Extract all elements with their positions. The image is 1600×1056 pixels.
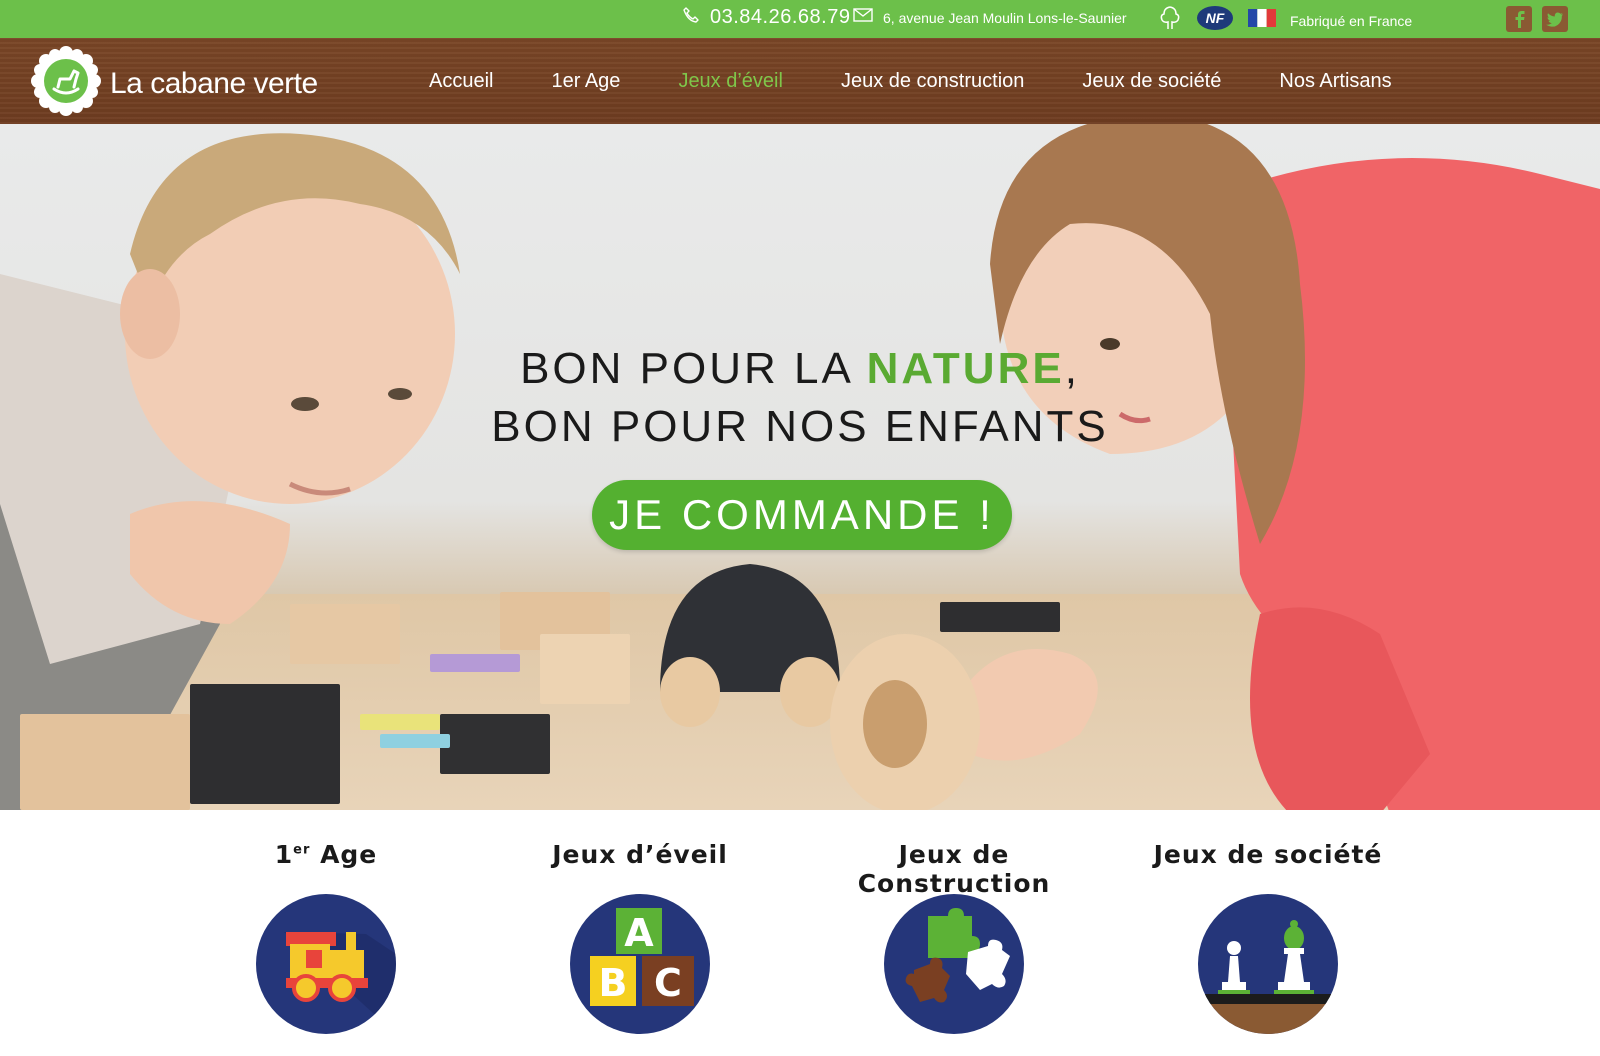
hero-headline-line1: BON POUR LA NATURE, (0, 340, 1600, 398)
hero-line1-accent: NATURE (866, 344, 1065, 393)
mail-icon (853, 8, 873, 27)
top-info-bar: 03.84.26.68.79 6, avenue Jean Moulin Lon… (0, 0, 1600, 38)
category-section: 1er Age Jeux d’éveil A B C Jeux de Const… (0, 810, 1600, 1056)
site-logo[interactable]: La cabane verte (30, 45, 318, 122)
svg-text:A: A (624, 911, 654, 955)
address-text: 6, avenue Jean Moulin Lons-le-Saunier (883, 9, 1127, 26)
nf-badge-text: NF (1206, 10, 1225, 26)
hero-line1-prefix: BON POUR LA (520, 344, 867, 393)
wood-ring-toy (830, 634, 980, 810)
nav-item-jeux-construction[interactable]: Jeux de construction (841, 70, 1024, 93)
hero-headline: BON POUR LA NATURE, BON POUR NOS ENFANTS (0, 340, 1600, 456)
wood-block (290, 604, 400, 664)
category-1er-age[interactable]: 1er Age (176, 840, 476, 1034)
category-title: Jeux de Construction (857, 840, 1051, 898)
hero-headline-line2: BON POUR NOS ENFANTS (491, 402, 1109, 451)
category-title: Jeux d’éveil (552, 840, 728, 869)
category-jeux-eveil[interactable]: Jeux d’éveil A B C (490, 840, 790, 1034)
chalk-pastel (360, 714, 440, 730)
order-button[interactable]: JE COMMANDE ! (592, 480, 1012, 550)
toy-train-icon (256, 894, 396, 1034)
svg-text:C: C (654, 961, 682, 1005)
certifications: NF Fabriqué en France (1158, 5, 1412, 36)
hero-banner: BON POUR LA NATURE, BON POUR NOS ENFANTS… (0, 124, 1600, 810)
french-flag-icon (1248, 9, 1276, 32)
category-title: 1er Age (176, 840, 476, 884)
wood-block (20, 714, 190, 810)
phone-number[interactable]: 03.84.26.68.79 (710, 6, 850, 29)
chess-pieces-icon (1198, 894, 1338, 1034)
wood-block (540, 634, 630, 704)
hero-line1-suffix: , (1064, 344, 1080, 393)
address-contact: 6, avenue Jean Moulin Lons-le-Saunier (853, 8, 1127, 27)
category-title-rest: Age (310, 840, 378, 869)
nf-logo: NF (1196, 5, 1234, 36)
nav-item-nos-artisans[interactable]: Nos Artisans (1279, 70, 1391, 93)
black-block (190, 684, 340, 804)
hero-girl-image (960, 124, 1600, 810)
main-navigation-bar: La cabane verte Accueil 1er Age Jeux d’é… (0, 38, 1600, 124)
nav-menu: Accueil 1er Age Jeux d’éveil Jeux de con… (400, 38, 1421, 124)
twitter-icon[interactable] (1542, 6, 1568, 32)
tree-icon (1158, 5, 1182, 36)
svg-text:B: B (599, 961, 628, 1005)
category-title-number: 1 (274, 840, 294, 869)
abc-blocks-icon: A B C (570, 894, 710, 1034)
nav-item-accueil[interactable]: Accueil (429, 70, 493, 93)
chalk-pastel (380, 734, 450, 748)
category-jeux-construction[interactable]: Jeux de Construction (804, 840, 1104, 1034)
category-title: Jeux de société (1153, 840, 1383, 869)
chalk-pastel (430, 654, 520, 672)
made-in-france: Fabriqué en France (1290, 12, 1413, 29)
phone-contact[interactable]: 03.84.26.68.79 (682, 6, 850, 29)
facebook-icon[interactable] (1506, 6, 1532, 32)
category-title-sup: er (293, 842, 311, 858)
nav-item-jeux-eveil[interactable]: Jeux d’éveil (678, 70, 783, 93)
phone-icon (682, 6, 700, 29)
brand-name: La cabane verte (110, 66, 318, 100)
category-jeux-societe[interactable]: Jeux de société (1118, 840, 1418, 1034)
social-links (1506, 6, 1568, 32)
nav-item-1er-age[interactable]: 1er Age (551, 70, 620, 93)
flower-rocking-horse-logo-icon (30, 45, 102, 122)
puzzle-pieces-icon (884, 894, 1024, 1034)
black-block (440, 714, 550, 774)
nav-item-jeux-societe[interactable]: Jeux de société (1082, 70, 1221, 93)
